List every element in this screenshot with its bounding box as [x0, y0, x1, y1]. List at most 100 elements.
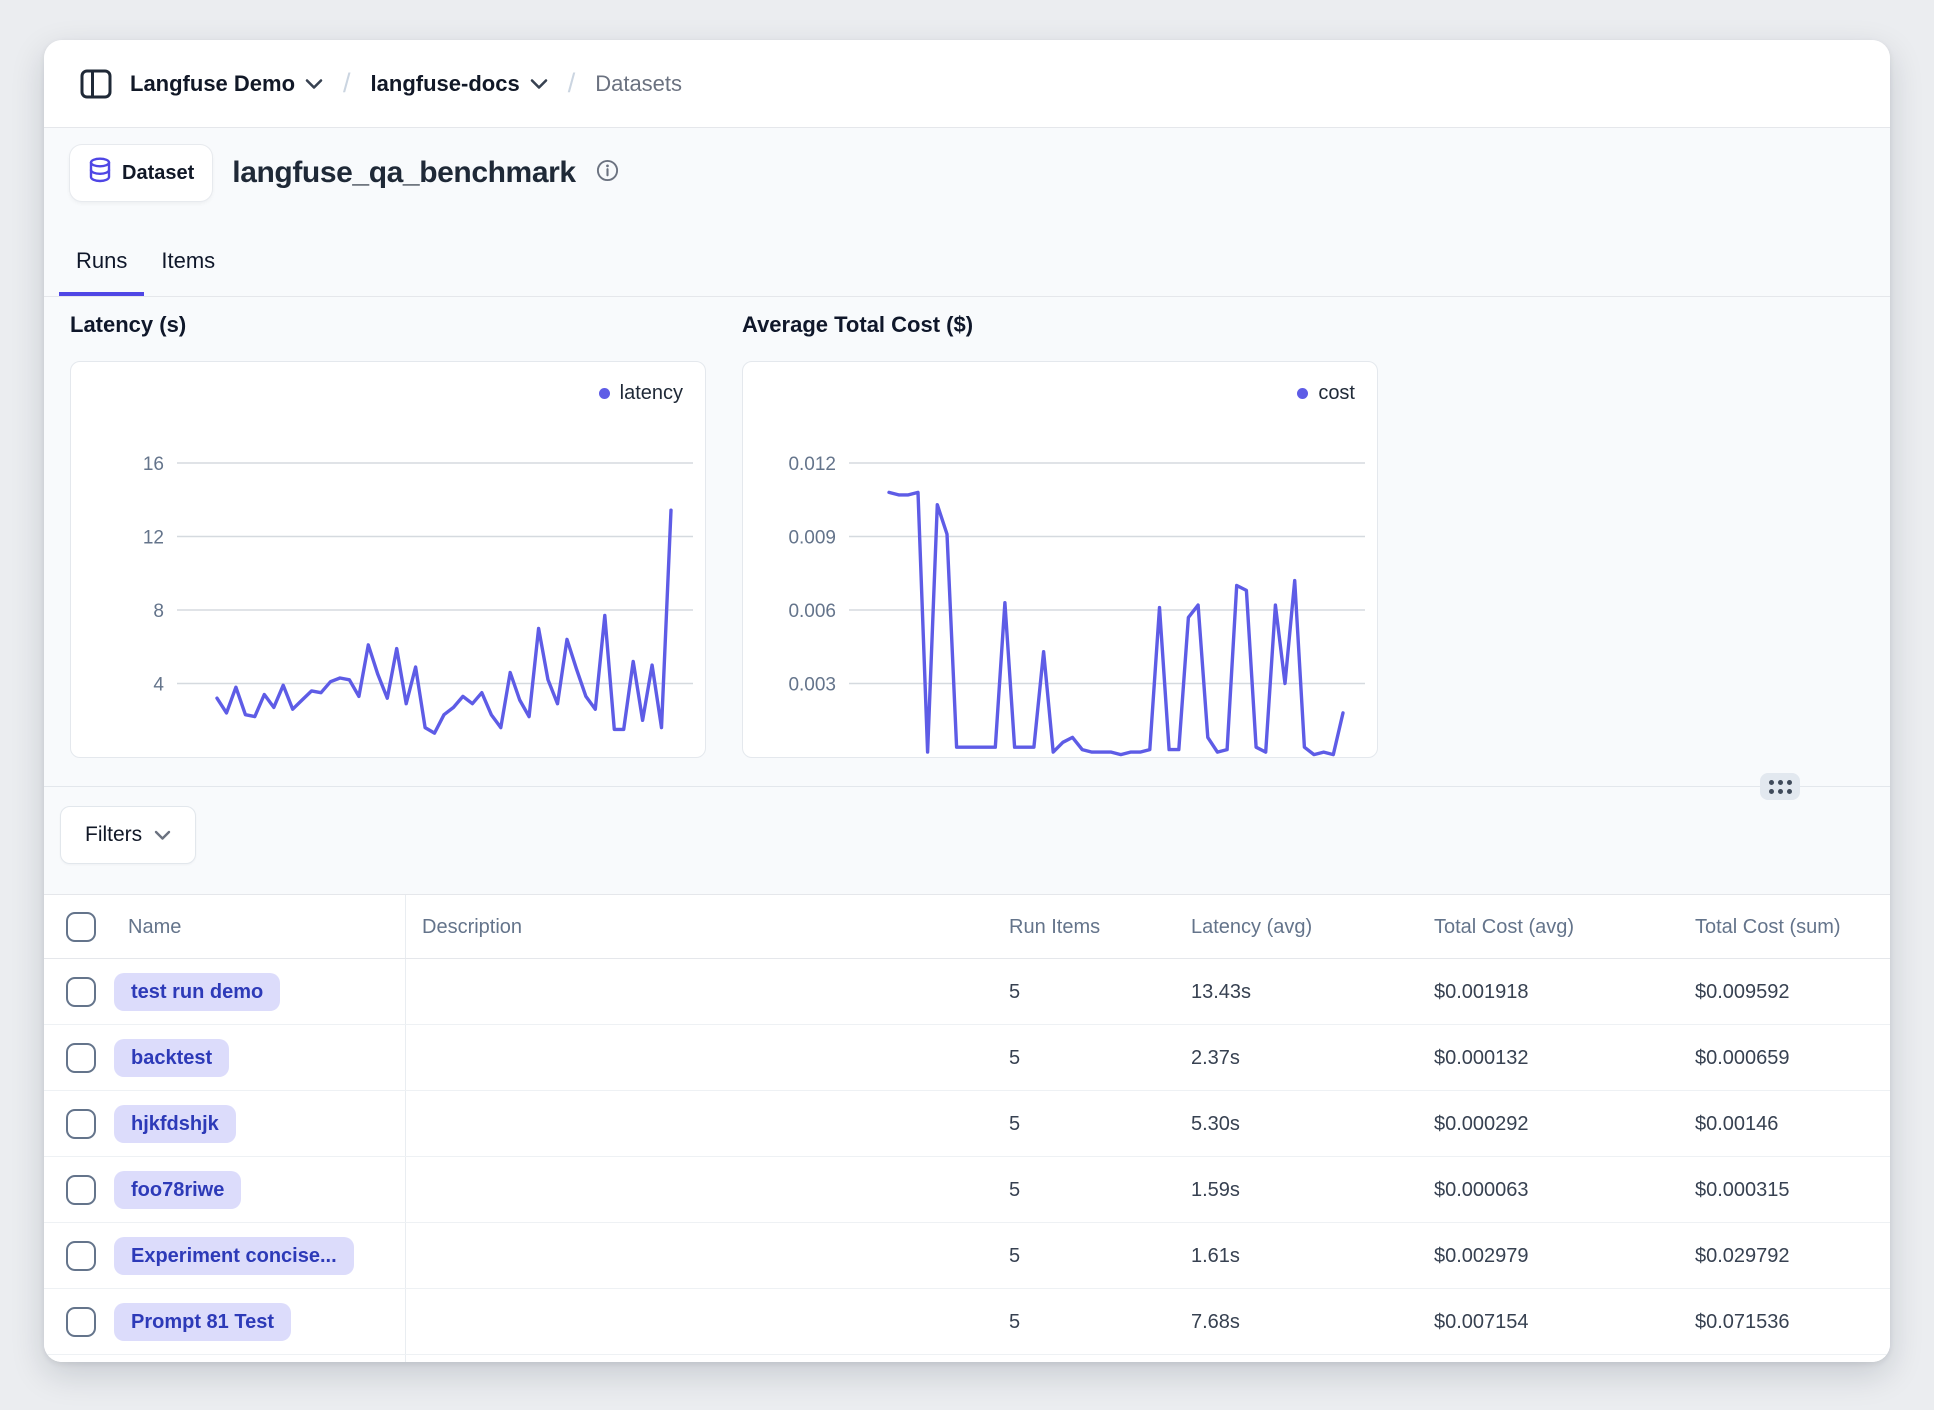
cell-total-cost-sum: $0.000659	[1695, 1025, 1790, 1091]
tab-bar: Runs Items	[59, 230, 232, 297]
cell-total-cost-sum: $0.00146	[1695, 1091, 1778, 1157]
filters-button[interactable]: Filters	[60, 806, 196, 864]
cell-run-items: 5	[1009, 1289, 1020, 1355]
runs-table: Name Description Run Items Latency (avg)…	[44, 894, 1890, 1362]
table-row	[44, 1355, 1890, 1362]
cell-total-cost-avg: $0.007154	[1434, 1289, 1529, 1355]
table-row: hjkfdshjk 5 5.30s $0.000292 $0.00146	[44, 1091, 1890, 1157]
tab-bar-divider	[44, 296, 1890, 297]
column-divider	[405, 1157, 406, 1222]
row-checkbox[interactable]	[66, 1241, 96, 1271]
cell-latency-avg: 2.37s	[1191, 1025, 1240, 1091]
cost-chart: 0.012 0.009 0.006 0.003	[743, 362, 1377, 757]
breadcrumb-org[interactable]: Langfuse Demo	[130, 71, 323, 97]
run-name-pill[interactable]: Prompt 81 Test	[114, 1303, 291, 1341]
svg-text:0.006: 0.006	[788, 601, 836, 622]
cell-latency-avg: 7.68s	[1191, 1289, 1240, 1355]
table-row: Experiment concise... 5 1.61s $0.002979 $0.0…	[44, 1223, 1890, 1289]
dataset-badge: Dataset	[70, 145, 212, 201]
row-checkbox[interactable]	[66, 977, 96, 1007]
breadcrumb-section-label: Datasets	[595, 71, 682, 97]
filters-button-label: Filters	[85, 823, 142, 847]
legend-dot-icon	[599, 388, 610, 399]
page-title: langfuse_qa_benchmark	[232, 156, 575, 190]
cell-run-items: 5	[1009, 1091, 1020, 1157]
cell-total-cost-sum: $0.029792	[1695, 1223, 1790, 1289]
chevron-down-icon	[305, 78, 323, 90]
svg-text:0.012: 0.012	[788, 454, 836, 475]
column-header-total-cost-avg[interactable]: Total Cost (avg)	[1434, 895, 1574, 959]
column-divider	[405, 1289, 406, 1354]
cell-run-items: 5	[1009, 1223, 1020, 1289]
cost-chart-card: 0.012 0.009 0.006 0.003 cost	[742, 361, 1378, 758]
legend-label: cost	[1318, 382, 1355, 405]
column-divider	[405, 895, 406, 958]
column-header-latency-avg[interactable]: Latency (avg)	[1191, 895, 1312, 959]
dataset-badge-label: Dataset	[122, 162, 194, 185]
breadcrumb-org-label: Langfuse Demo	[130, 71, 295, 97]
tab-runs[interactable]: Runs	[59, 230, 144, 297]
legend-dot-icon	[1297, 388, 1308, 399]
row-checkbox[interactable]	[66, 1109, 96, 1139]
svg-text:12: 12	[143, 528, 164, 549]
column-header-description[interactable]: Description	[422, 895, 522, 959]
column-header-name[interactable]: Name	[128, 895, 181, 959]
cell-latency-avg: 1.61s	[1191, 1223, 1240, 1289]
column-divider	[405, 1091, 406, 1156]
column-divider	[405, 1355, 406, 1362]
row-checkbox[interactable]	[66, 1043, 96, 1073]
run-name-pill[interactable]: test run demo	[114, 973, 280, 1011]
breadcrumb-separator: /	[564, 68, 580, 99]
svg-text:8: 8	[153, 601, 164, 622]
cell-total-cost-avg: $0.000063	[1434, 1157, 1529, 1223]
breadcrumb: Langfuse Demo / langfuse-docs / Datasets	[44, 40, 1890, 128]
chevron-down-icon	[154, 830, 171, 841]
main-panel: Langfuse Demo / langfuse-docs / Datasets	[44, 40, 1890, 1362]
cell-latency-avg: 5.30s	[1191, 1091, 1240, 1157]
dataset-heading: Dataset langfuse_qa_benchmark	[70, 142, 619, 204]
cell-total-cost-sum: $0.000315	[1695, 1157, 1790, 1223]
svg-text:4: 4	[153, 675, 164, 696]
cell-total-cost-sum: $0.009592	[1695, 959, 1790, 1025]
column-header-run-items[interactable]: Run Items	[1009, 895, 1100, 959]
latency-chart-card: 16 12 8 4 latency	[70, 361, 706, 758]
info-icon[interactable]	[596, 159, 619, 187]
run-name-pill[interactable]: foo78riwe	[114, 1171, 241, 1209]
svg-text:0.009: 0.009	[788, 528, 836, 549]
cell-total-cost-avg: $0.001918	[1434, 959, 1529, 1025]
sidebar-toggle-icon[interactable]	[78, 66, 114, 102]
cell-total-cost-sum: $0.071536	[1695, 1289, 1790, 1355]
cell-total-cost-avg: $0.000292	[1434, 1091, 1529, 1157]
run-name-pill[interactable]: hjkfdshjk	[114, 1105, 236, 1143]
latency-chart-title: Latency (s)	[70, 312, 186, 338]
table-row: foo78riwe51.59s$0.000063$0.000315	[44, 1157, 1890, 1223]
breadcrumb-project[interactable]: langfuse-docs	[371, 71, 548, 97]
table-header-row: Name Description Run Items Latency (avg)…	[44, 895, 1890, 959]
cell-total-cost-avg: $0.000132	[1434, 1025, 1529, 1091]
breadcrumb-separator: /	[339, 68, 355, 99]
column-divider	[405, 959, 406, 1024]
legend-label: latency	[620, 382, 683, 405]
breadcrumb-section[interactable]: Datasets	[595, 71, 682, 97]
table-row: Prompt 81 Test 5 7.68s $0.007154 $0.071536	[44, 1289, 1890, 1355]
database-icon	[88, 157, 112, 189]
tab-items[interactable]: Items	[144, 230, 232, 297]
svg-text:0.003: 0.003	[788, 675, 836, 696]
run-name-pill[interactable]: Experiment concise...	[114, 1237, 354, 1275]
latency-chart: 16 12 8 4	[71, 362, 705, 757]
run-name-pill[interactable]: backtest	[114, 1039, 229, 1077]
resize-handle-icon[interactable]	[1760, 773, 1800, 800]
cost-chart-title: Average Total Cost ($)	[742, 312, 973, 338]
select-all-checkbox[interactable]	[66, 912, 96, 942]
svg-text:16: 16	[143, 454, 164, 475]
chevron-down-icon	[530, 78, 548, 90]
column-header-total-cost-sum[interactable]: Total Cost (sum)	[1695, 895, 1841, 959]
latency-legend: latency	[599, 382, 683, 405]
section-divider	[44, 786, 1890, 787]
table-row: backtest 5 2.37s $0.000132 $0.000659	[44, 1025, 1890, 1091]
row-checkbox[interactable]	[66, 1307, 96, 1337]
cell-run-items: 5	[1009, 959, 1020, 1025]
cell-total-cost-avg: $0.002979	[1434, 1223, 1529, 1289]
row-checkbox[interactable]	[66, 1175, 96, 1205]
cell-run-items: 5	[1009, 1025, 1020, 1091]
